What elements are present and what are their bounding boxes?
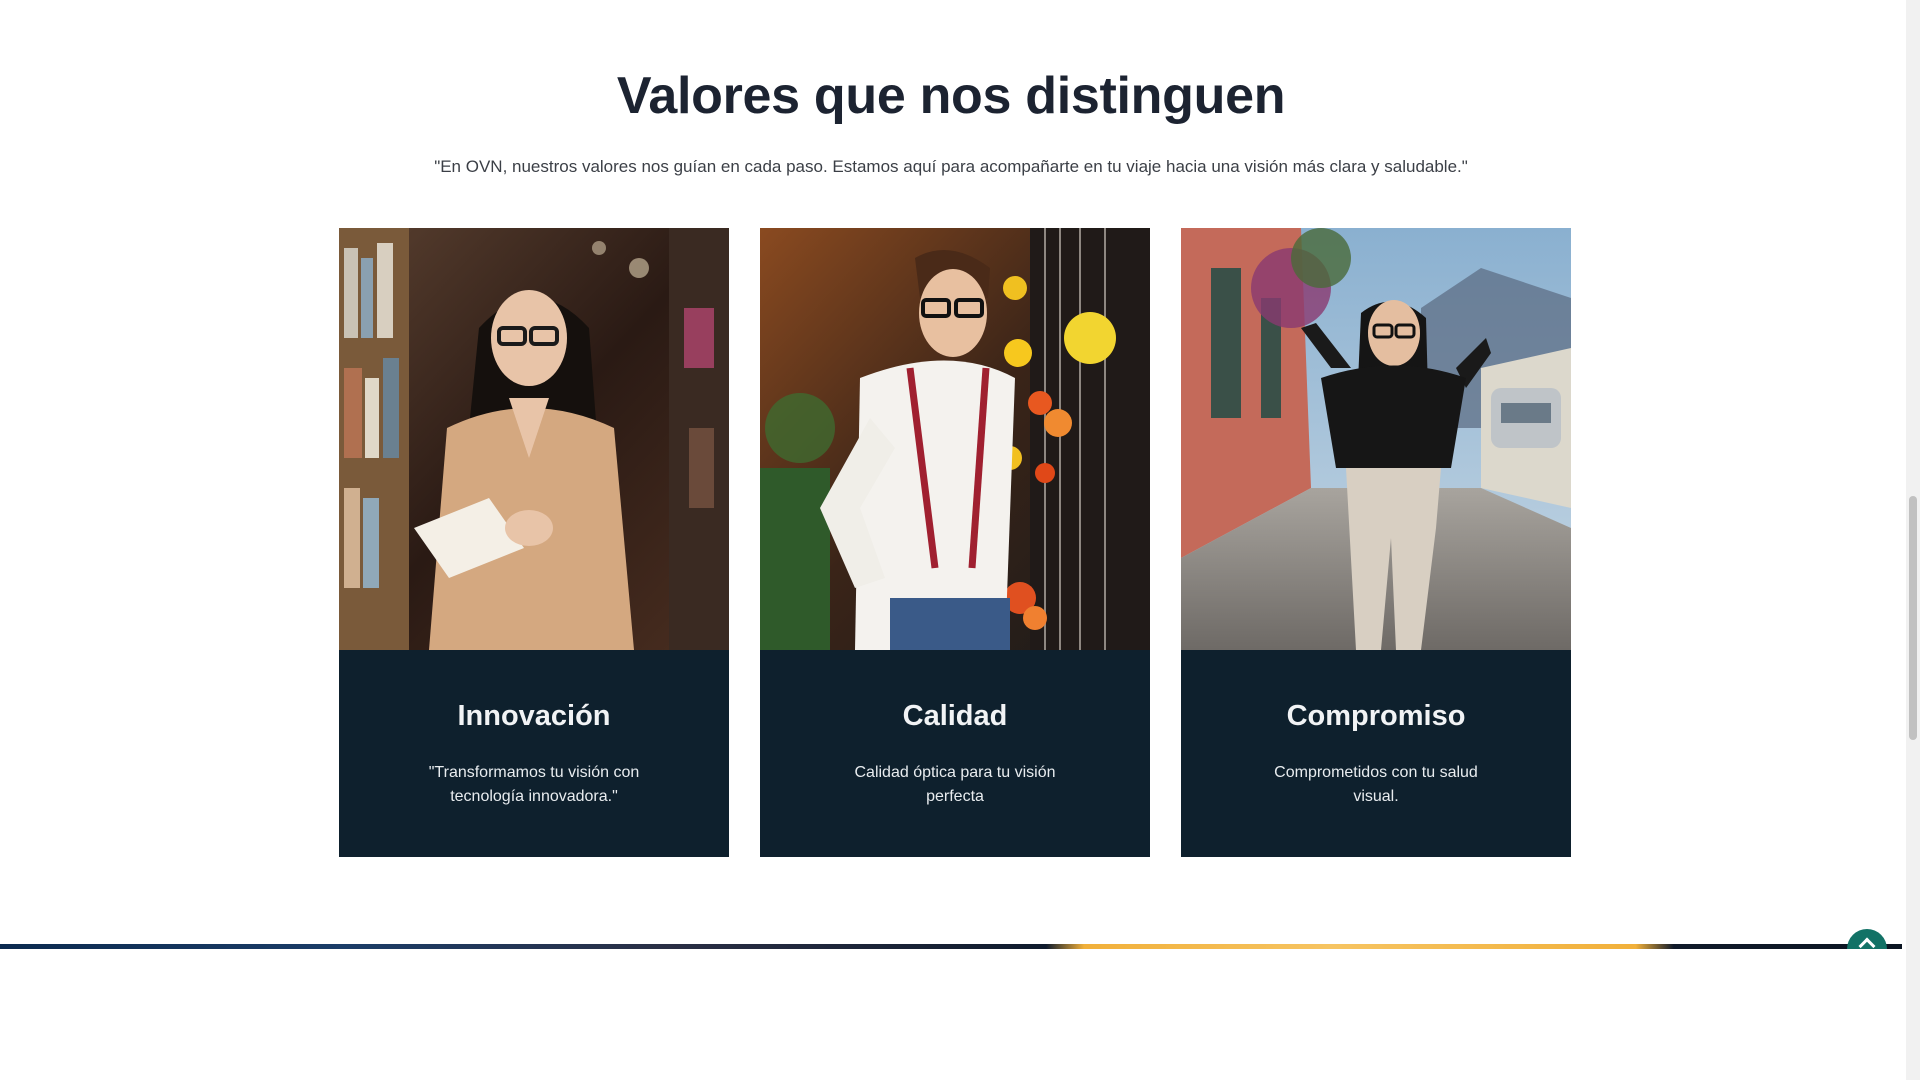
man-with-glasses-photo [760,228,1150,650]
section-subtitle: "En OVN, nuestros valores nos guían en c… [434,157,1468,176]
value-card-compromiso: Compromiso Comprometidos con tu salud vi… [1181,228,1571,857]
card-text: Calidad óptica para tu visión perfecta [854,764,1056,805]
next-section-banner-edge [0,944,1902,949]
chevron-up-icon [1858,937,1876,949]
page-scrollbar[interactable] [1906,0,1920,1080]
value-card-calidad: Calidad Calidad óptica para tu visión pe… [760,228,1150,857]
values-section: Valores que nos distinguen "En OVN, nues… [0,0,1902,1080]
card-title: Calidad [902,700,1008,732]
woman-reading-photo [339,228,729,650]
value-card-innovacion: Innovación "Transformamos tu visión con … [339,228,729,857]
woman-on-street-photo [1181,228,1571,650]
scroll-to-top-button[interactable] [1847,929,1887,949]
section-title: Valores que nos distinguen [616,67,1286,125]
scrollbar-thumb[interactable] [1909,496,1917,740]
card-text: "Transformamos tu visión con tecnología … [428,764,640,805]
card-title: Compromiso [1286,700,1466,732]
card-title: Innovación [457,700,611,732]
values-cards: Innovación "Transformamos tu visión con … [339,228,1571,857]
card-text: Comprometidos con tu salud visual. [1274,764,1478,805]
browser-viewport: Valores que nos distinguen "En OVN, nues… [0,0,1920,1080]
